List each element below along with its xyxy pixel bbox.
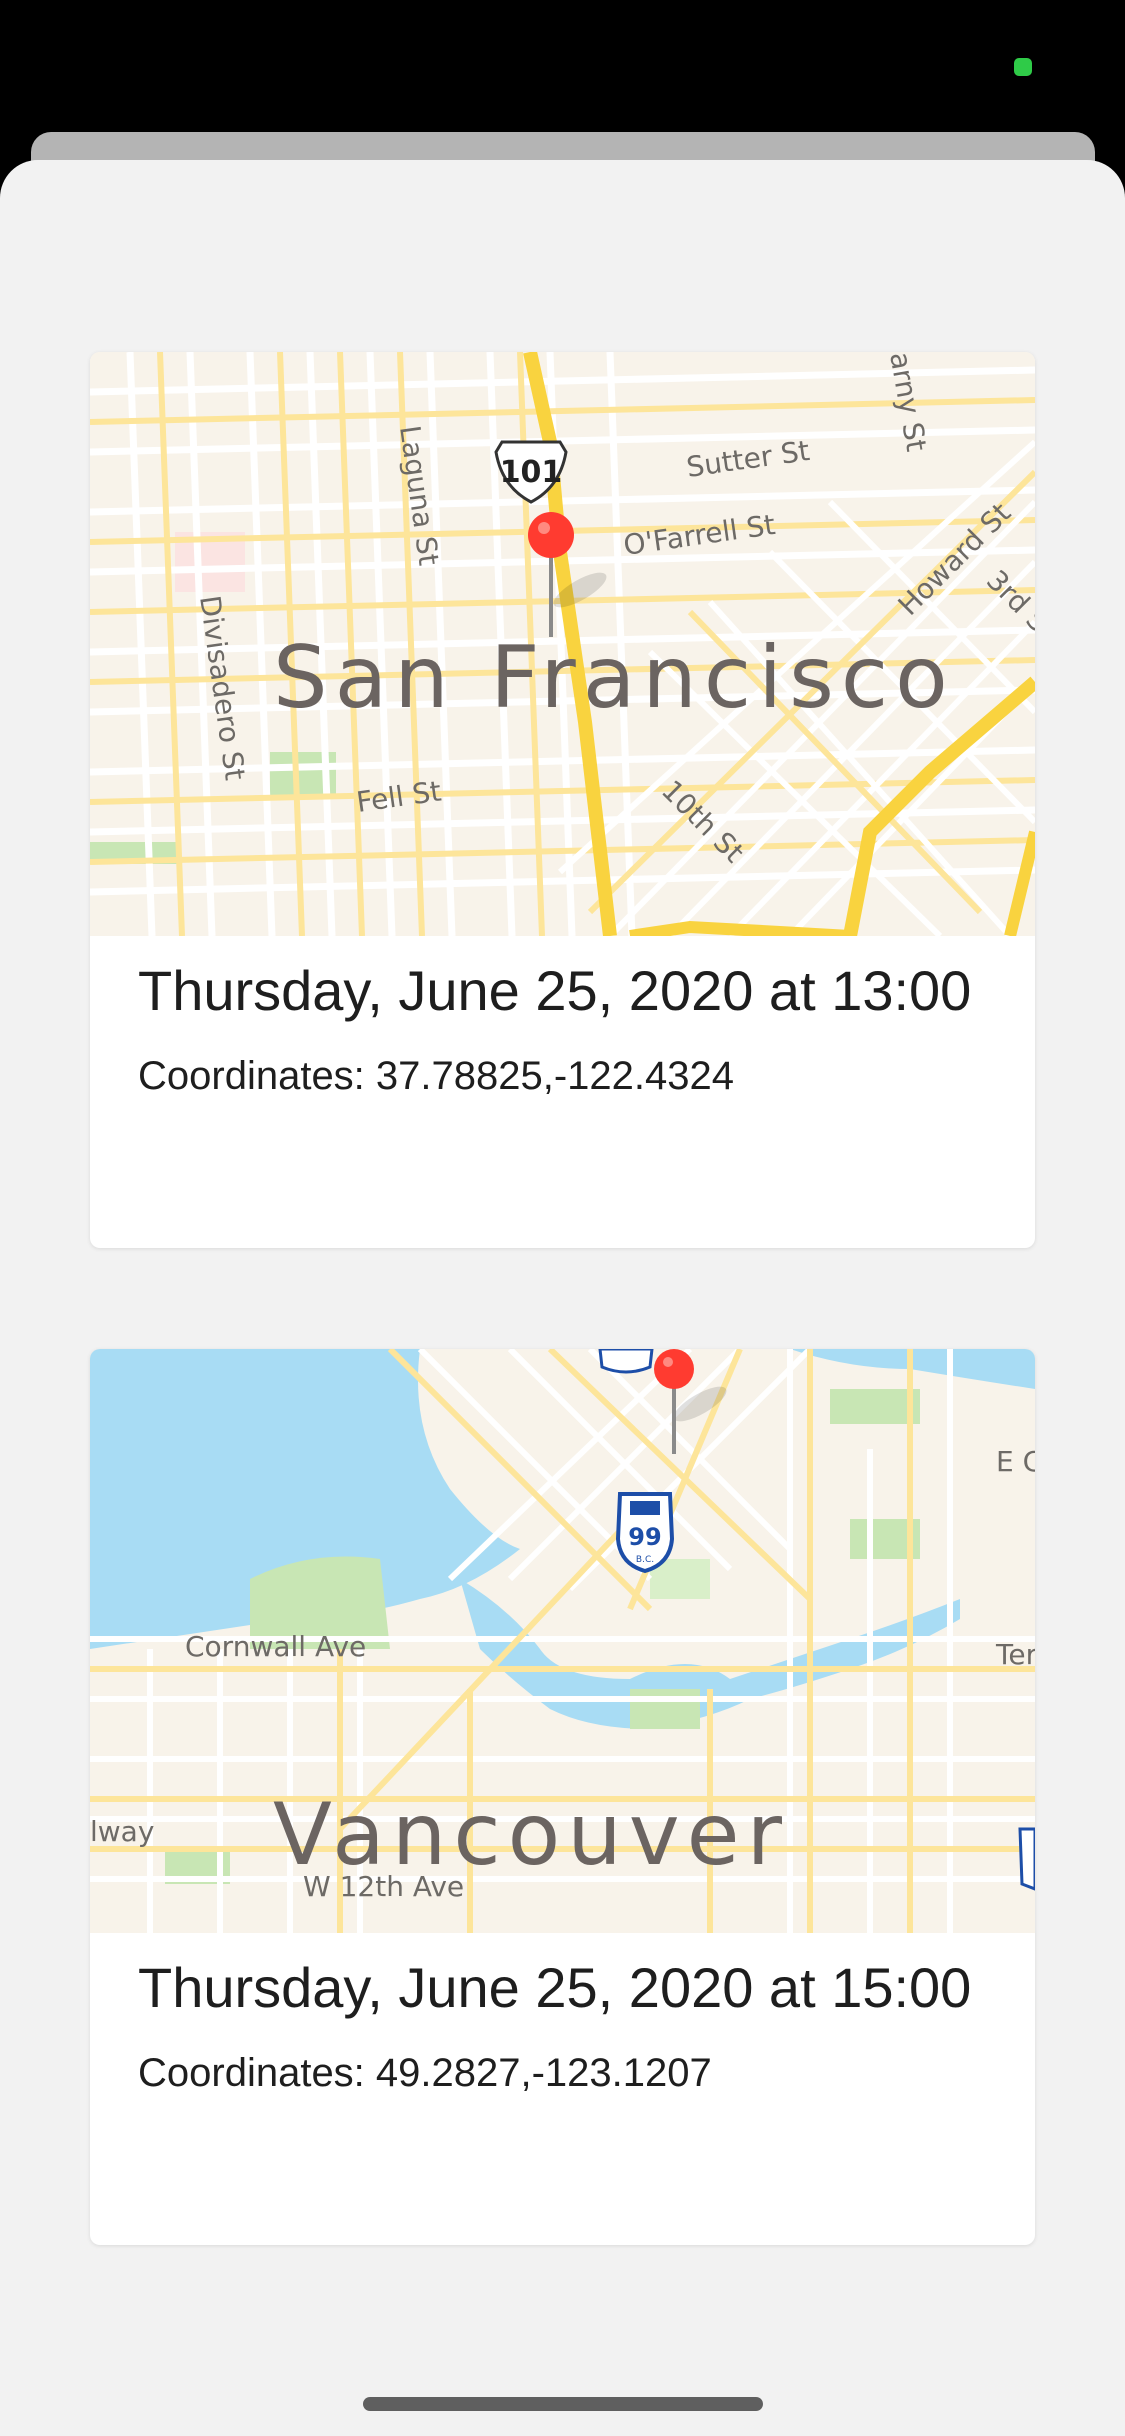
map-san-francisco[interactable]: Sutter St O'Farrell St Laguna St Divisad… [90, 352, 1035, 936]
location-card[interactable]: Cornwall Ave W 12th Ave lway E C Ter Van… [90, 1349, 1035, 2245]
highway-shield-icon [598, 1349, 654, 1374]
svg-text:B.C.: B.C. [636, 1555, 654, 1565]
street-label: Ter [995, 1638, 1035, 1671]
card-title: Thursday, June 25, 2020 at 15:00 [138, 1956, 972, 2019]
highway-shield-icon [1018, 1827, 1035, 1891]
street-label: E C [996, 1445, 1035, 1478]
highway-shield-icon: 99 B.C. [615, 1492, 675, 1574]
coordinates-text: Coordinates: 49.2827,-123.1207 [138, 2051, 712, 2095]
svg-text:99: 99 [628, 1523, 661, 1551]
map-view[interactable]: Sutter St O'Farrell St Laguna St Divisad… [90, 352, 1035, 936]
card-title: Thursday, June 25, 2020 at 13:00 [138, 959, 972, 1022]
map-vancouver[interactable]: Cornwall Ave W 12th Ave lway E C Ter Van… [90, 1349, 1035, 1933]
status-bar [0, 0, 1125, 135]
home-indicator[interactable] [363, 2397, 763, 2411]
city-label: Vancouver [273, 1785, 789, 1885]
modal-sheet: Sutter St O'Farrell St Laguna St Divisad… [0, 160, 1125, 2436]
city-label: San Francisco [273, 628, 955, 728]
street-label: Cornwall Ave [185, 1630, 366, 1663]
svg-text:101: 101 [500, 455, 563, 490]
privacy-indicator-icon [1014, 58, 1032, 76]
street-label: lway [90, 1815, 154, 1848]
location-card[interactable]: Sutter St O'Farrell St Laguna St Divisad… [90, 352, 1035, 1248]
coordinates-text: Coordinates: 37.78825,-122.4324 [138, 1054, 735, 1098]
map-view[interactable]: Cornwall Ave W 12th Ave lway E C Ter Van… [90, 1349, 1035, 1933]
